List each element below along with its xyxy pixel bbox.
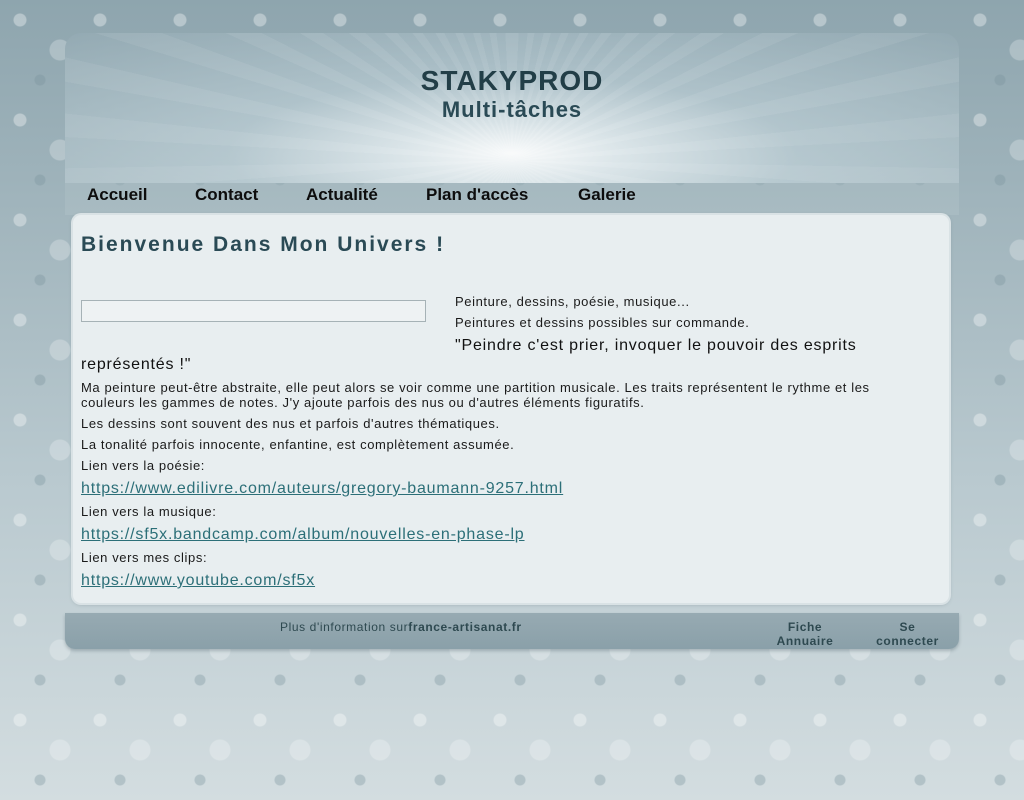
media-embed-box[interactable] (81, 300, 426, 322)
site-subtitle: Multi-tâches (441, 97, 583, 122)
nav-item-galerie[interactable]: Galerie (578, 185, 636, 205)
footer-info: Plus d'information surfrance-artisanat.f… (280, 620, 522, 634)
quote-line-2: représentés !" (81, 356, 192, 373)
nav-item-contact[interactable]: Contact (195, 185, 258, 205)
footer-info-prefix: Plus d'information sur (280, 620, 409, 634)
paragraph-3: La tonalité parfois innocente, enfantine… (81, 437, 515, 452)
page-heading: Bienvenue Dans Mon Univers ! (81, 233, 446, 256)
intro-line-1: Peinture, dessins, poésie, musique... (455, 294, 690, 309)
paragraph-1-line-2: couleurs les gammes de notes. J'y ajoute… (81, 395, 645, 410)
site-header: STAKYPROD Multi-tâches (65, 33, 959, 183)
music-label: Lien vers la musique: (81, 504, 217, 519)
music-link[interactable]: https://sf5x.bandcamp.com/album/nouvelle… (81, 526, 525, 544)
fiche-annuaire-button[interactable]: Fiche Annuaire (770, 620, 840, 648)
quote-line-1: "Peindre c'est prier, invoquer le pouvoi… (455, 337, 857, 354)
paragraph-2: Les dessins sont souvent des nus et parf… (81, 416, 500, 431)
login-line-2: connecter (876, 634, 939, 648)
paragraph-1-line-1: Ma peinture peut-être abstraite, elle pe… (81, 380, 870, 395)
footer-info-site-link[interactable]: france-artisanat.fr (408, 620, 521, 634)
nav-item-plan-acces[interactable]: Plan d'accès (426, 185, 528, 205)
site-footer: Plus d'information surfrance-artisanat.f… (65, 613, 959, 649)
intro-line-2: Peintures et dessins possibles sur comma… (455, 315, 750, 330)
nav-item-actualite[interactable]: Actualité (306, 185, 378, 205)
login-button[interactable]: Se connecter (870, 620, 945, 648)
page-wrapper: STAKYPROD Multi-tâches Accueil Contact A… (65, 33, 959, 649)
login-line-1: Se (899, 620, 916, 634)
main-nav: Accueil Contact Actualité Plan d'accès G… (65, 183, 959, 215)
site-title: STAKYPROD (420, 65, 604, 96)
clips-link[interactable]: https://www.youtube.com/sf5x (81, 572, 315, 590)
poetry-link[interactable]: https://www.edilivre.com/auteurs/gregory… (81, 480, 563, 498)
main-content: Bienvenue Dans Mon Univers ! Peinture, d… (73, 215, 949, 603)
clips-label: Lien vers mes clips: (81, 550, 208, 565)
nav-item-accueil[interactable]: Accueil (87, 185, 147, 205)
poetry-label: Lien vers la poésie: (81, 458, 206, 473)
fiche-annuaire-line-1: Fiche (787, 620, 823, 634)
fiche-annuaire-line-2: Annuaire (776, 634, 834, 648)
